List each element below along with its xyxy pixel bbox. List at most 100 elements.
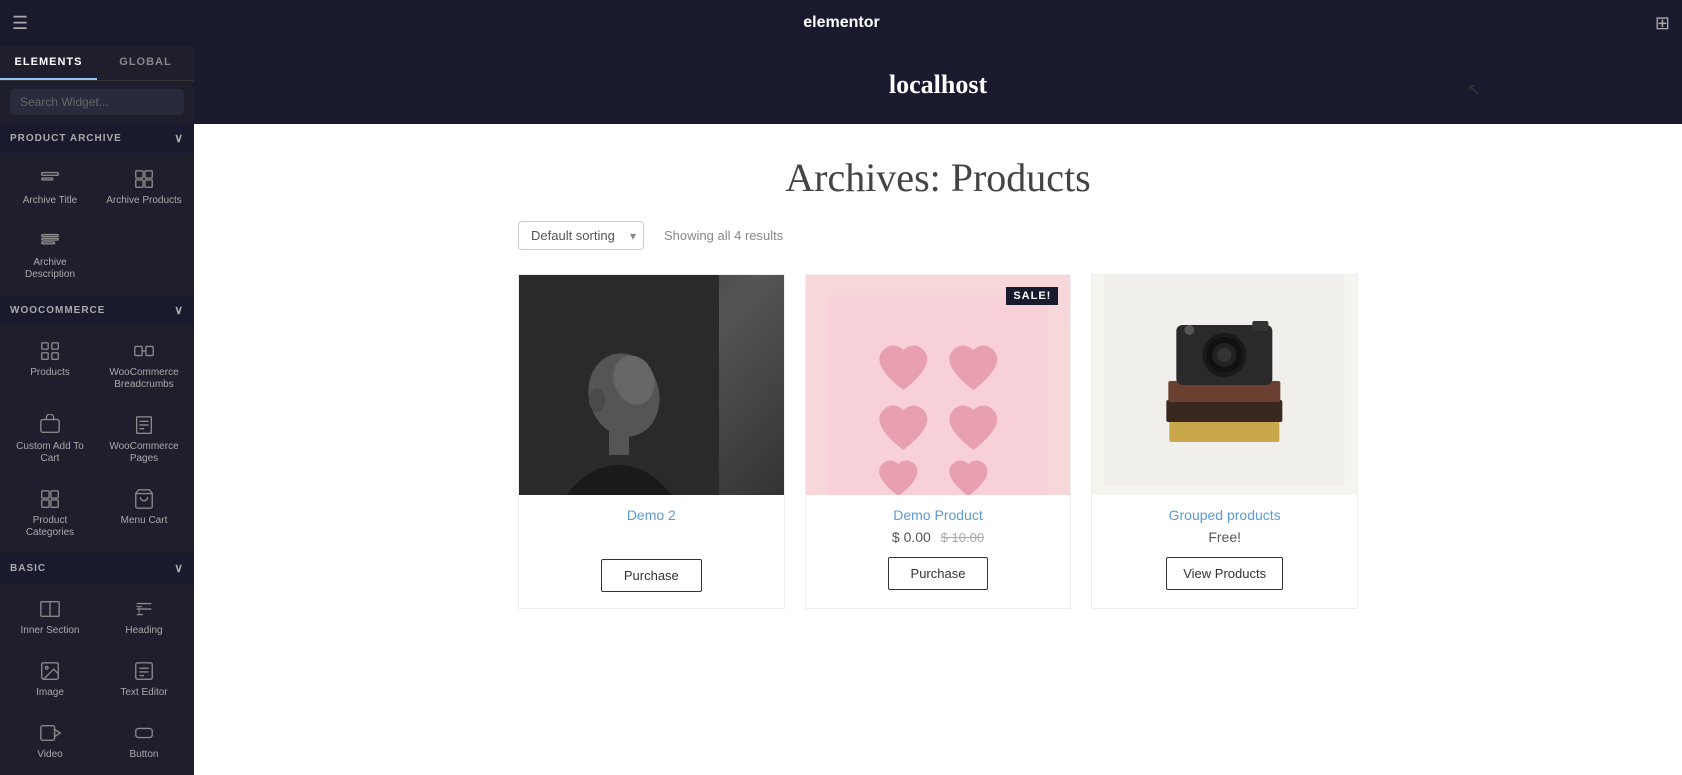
chevron-down-icon: ∨: [174, 131, 184, 145]
basic-widgets: Inner Section T Heading Image Text Edito…: [0, 583, 194, 775]
widget-button[interactable]: Button: [98, 711, 190, 771]
widget-woo-pages-label: WooCommerce Pages: [102, 441, 186, 465]
widget-product-categories[interactable]: Product Categories: [4, 477, 96, 549]
woocommerce-widgets: Products WooCommerce Breadcrumbs Custom …: [0, 325, 194, 553]
section-basic[interactable]: BASIC ∨: [0, 553, 194, 583]
main-layout: ELEMENTS GLOBAL PRODUCT ARCHIVE ∨ Archiv…: [0, 46, 1682, 775]
custom-add-to-cart-icon: [35, 413, 65, 437]
widget-heading-label: Heading: [125, 625, 162, 637]
archive-title: Archives: Products: [194, 154, 1682, 201]
widget-products[interactable]: Products: [4, 329, 96, 401]
sort-select-wrap: Default sorting: [518, 221, 644, 250]
widget-video-label: Video: [37, 749, 62, 761]
site-header: localhost: [214, 60, 1662, 110]
purchase-button-demo2[interactable]: Purchase: [601, 559, 702, 592]
product-price-demo2: [519, 529, 784, 547]
chevron-down-icon-woo: ∨: [174, 303, 184, 317]
product-image-demo2-visual: [519, 275, 784, 495]
tab-elements[interactable]: ELEMENTS: [0, 46, 97, 80]
product-image-demo2: [519, 275, 784, 495]
tab-global[interactable]: GLOBAL: [97, 46, 194, 80]
top-bar: ☰ elementor ⊞: [0, 0, 1682, 46]
widget-archive-description-label: Archive Description: [8, 257, 92, 281]
widget-heading[interactable]: T Heading: [98, 587, 190, 647]
widget-archive-products-label: Archive Products: [106, 195, 182, 207]
product-name-demo-product[interactable]: Demo Product: [806, 507, 1071, 523]
preview-header: localhost: [194, 46, 1682, 124]
widget-woo-pages[interactable]: WooCommerce Pages: [98, 403, 190, 475]
product-price-grouped: Free!: [1092, 529, 1357, 545]
svg-text:T: T: [136, 605, 143, 617]
widget-woo-breadcrumbs[interactable]: WooCommerce Breadcrumbs: [98, 329, 190, 401]
product-card-demo-product: SALE! Demo Product $ 0.00 $ 10.00 Purcha…: [805, 274, 1072, 609]
widget-archive-title[interactable]: Archive Title: [4, 157, 96, 217]
sidebar-tabs: ELEMENTS GLOBAL: [0, 46, 194, 81]
section-basic-label: BASIC: [10, 563, 46, 574]
products-icon: [35, 339, 65, 363]
widget-woo-breadcrumbs-label: WooCommerce Breadcrumbs: [102, 367, 186, 391]
image-icon: [35, 659, 65, 683]
widget-inner-section-label: Inner Section: [21, 625, 80, 637]
widget-archive-products[interactable]: Archive Products: [98, 157, 190, 217]
price-current: $ 0.00: [892, 529, 931, 545]
section-woocommerce-label: WOOCOMMERCE: [10, 305, 105, 316]
widget-inner-section[interactable]: Inner Section: [4, 587, 96, 647]
sidebar-collapse-button[interactable]: ◀: [192, 391, 194, 431]
sale-badge: SALE!: [1006, 287, 1058, 305]
text-editor-icon: [129, 659, 159, 683]
product-name-grouped[interactable]: Grouped products: [1092, 507, 1357, 523]
archive-products-icon: [129, 167, 159, 191]
widget-video[interactable]: Video: [4, 711, 96, 771]
price-old: $ 10.00: [941, 530, 984, 545]
widget-archive-description[interactable]: Archive Description: [4, 219, 96, 291]
section-woocommerce[interactable]: WOOCOMMERCE ∨: [0, 295, 194, 325]
sort-select[interactable]: Default sorting: [518, 221, 644, 250]
widget-text-editor[interactable]: Text Editor: [98, 649, 190, 709]
button-icon: [129, 721, 159, 745]
widget-button-label: Button: [130, 749, 159, 761]
search-input[interactable]: [10, 89, 184, 115]
widget-product-categories-label: Product Categories: [8, 515, 92, 539]
product-card-demo2: Demo 2 Purchase: [518, 274, 785, 609]
product-price-demo-product: $ 0.00 $ 10.00: [806, 529, 1071, 545]
widget-text-editor-label: Text Editor: [120, 687, 167, 699]
product-image-camera-visual: [1092, 275, 1357, 495]
widget-image[interactable]: Image: [4, 649, 96, 709]
hamburger-menu-icon[interactable]: ☰: [12, 13, 28, 34]
widget-products-label: Products: [30, 367, 69, 379]
archive-description-icon: [35, 229, 65, 253]
woo-breadcrumbs-icon: [129, 339, 159, 363]
grid-menu-icon[interactable]: ⊞: [1655, 13, 1670, 34]
purchase-button-demo-product[interactable]: Purchase: [888, 557, 989, 590]
products-grid: Demo 2 Purchase: [518, 274, 1358, 609]
menu-cart-icon: [129, 487, 159, 511]
archive-title-icon: [35, 167, 65, 191]
widget-custom-add-to-cart-label: Custom Add To Cart: [8, 441, 92, 465]
site-title: localhost: [869, 56, 1007, 113]
chevron-down-icon-basic: ∨: [174, 561, 184, 575]
product-image-hearts-visual: [806, 275, 1071, 495]
section-product-archive[interactable]: PRODUCT ARCHIVE ∨: [0, 123, 194, 153]
product-name-demo2[interactable]: Demo 2: [519, 507, 784, 523]
product-archive-widgets: Archive Title Archive Products Archive D…: [0, 153, 194, 295]
product-categories-icon: [35, 487, 65, 511]
shop-toolbar: Default sorting Showing all 4 results: [518, 221, 1358, 250]
widget-menu-cart[interactable]: Menu Cart: [98, 477, 190, 549]
product-card-grouped: Grouped products Free! View Products: [1091, 274, 1358, 609]
sidebar: ELEMENTS GLOBAL PRODUCT ARCHIVE ∨ Archiv…: [0, 46, 194, 775]
product-image-grouped: [1092, 275, 1357, 495]
inner-section-icon: [35, 597, 65, 621]
content-area: ↖ localhost Archives: Products Default s…: [194, 46, 1682, 775]
results-count: Showing all 4 results: [664, 228, 783, 243]
widget-custom-add-to-cart[interactable]: Custom Add To Cart: [4, 403, 96, 475]
widget-image-label: Image: [36, 687, 64, 699]
view-products-button-grouped[interactable]: View Products: [1166, 557, 1283, 590]
video-icon: [35, 721, 65, 745]
sidebar-search-wrap: [0, 81, 194, 123]
widget-archive-title-label: Archive Title: [23, 195, 77, 207]
website-preview: ↖ localhost Archives: Products Default s…: [194, 46, 1682, 775]
section-product-archive-label: PRODUCT ARCHIVE: [10, 133, 122, 144]
woo-pages-icon: [129, 413, 159, 437]
product-image-demo-product: SALE!: [806, 275, 1071, 495]
heading-icon: T: [129, 597, 159, 621]
